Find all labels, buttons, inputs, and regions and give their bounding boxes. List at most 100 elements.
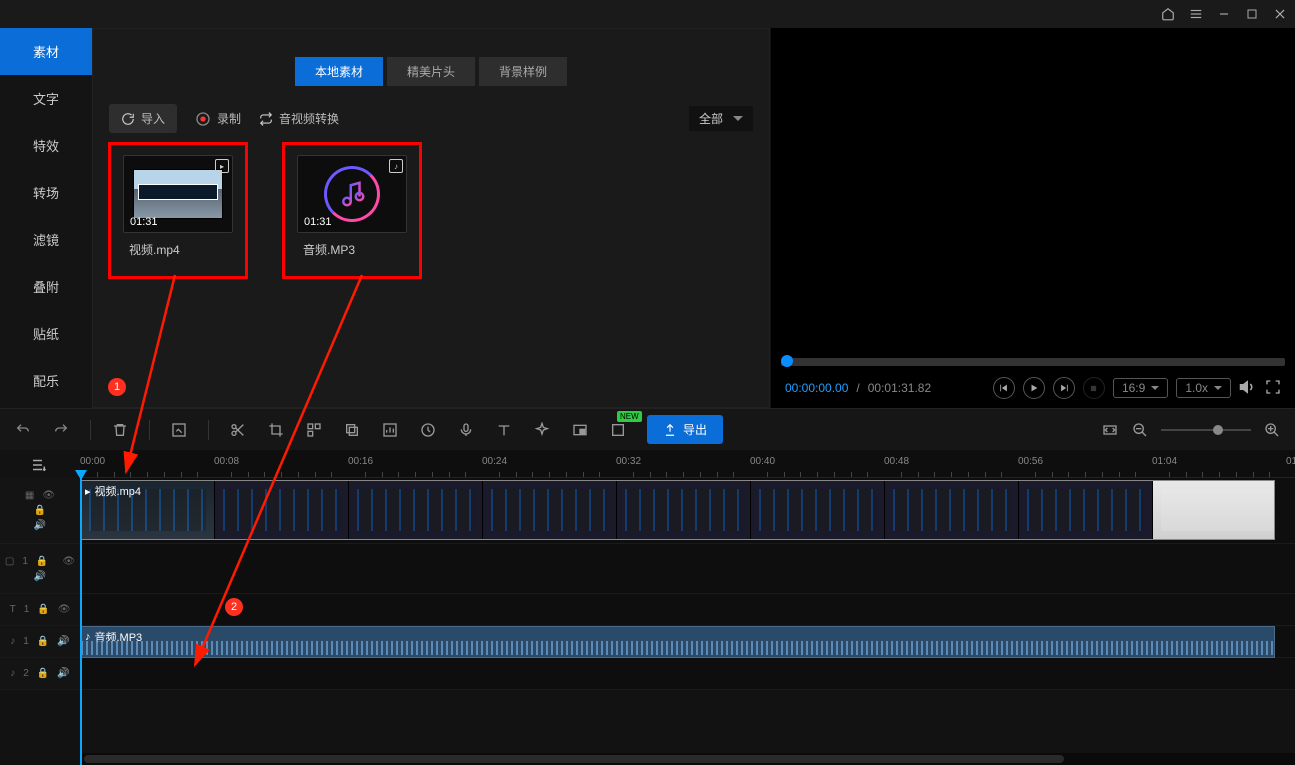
filter-dropdown[interactable]: 全部	[689, 106, 753, 131]
nav-overlay[interactable]: 叠附	[0, 263, 92, 310]
media-grid: ▸ 01:31 视频.mp4 ♪ 01:31 音频.MP3	[109, 137, 753, 276]
audio-clip[interactable]: ♪音频.MP3	[80, 626, 1275, 658]
media-item-video[interactable]: ▸ 01:31 视频.mp4	[115, 149, 241, 272]
mic-icon[interactable]	[457, 421, 475, 439]
mute-icon[interactable]: 🔊	[34, 571, 46, 582]
audio-track-1-head: ♪1🔒🔊	[0, 626, 80, 657]
filter-label: 全部	[699, 110, 723, 127]
zoom-out-icon[interactable]	[1131, 421, 1149, 439]
record-button[interactable]: 录制	[195, 110, 241, 127]
media-toolbar: 导入 录制 音视频转换 全部	[109, 100, 753, 137]
mute-icon[interactable]: 🔊	[57, 636, 69, 647]
minimize-icon[interactable]	[1217, 7, 1231, 21]
undo-icon[interactable]	[14, 421, 32, 439]
convert-button[interactable]: 音视频转换	[259, 110, 339, 127]
nav-text[interactable]: 文字	[0, 75, 92, 122]
close-icon[interactable]	[1273, 7, 1287, 21]
mute-icon[interactable]: 🔊	[57, 668, 69, 679]
music-track-icon: ♪	[10, 636, 15, 647]
ruler-tick: 00:16	[348, 456, 373, 467]
speed-dropdown[interactable]: 1.0x	[1176, 378, 1231, 398]
preview-video[interactable]	[771, 28, 1295, 354]
media-item-audio[interactable]: ♪ 01:31 音频.MP3	[289, 149, 415, 272]
text-track-body[interactable]	[80, 594, 1295, 625]
eye-icon[interactable]: 👁	[58, 604, 71, 615]
volume-icon[interactable]	[1239, 378, 1257, 399]
play-button[interactable]	[1023, 377, 1045, 399]
record-label: 录制	[217, 110, 241, 127]
nav-media[interactable]: 素材	[0, 28, 92, 75]
audio-track-1-body[interactable]: ♪音频.MP3	[80, 626, 1295, 657]
preview-controls: 00:00:00.00 / 00:01:31.82 16:9 1.0x	[771, 368, 1295, 408]
playhead[interactable]	[80, 478, 82, 765]
next-frame-button[interactable]	[1053, 377, 1075, 399]
maximize-icon[interactable]	[1245, 7, 1259, 21]
lock-icon[interactable]: 🔒	[37, 668, 49, 679]
preview-slider-knob[interactable]	[781, 355, 793, 367]
overlay-track-body[interactable]	[80, 544, 1295, 593]
nav-filters[interactable]: 滤镜	[0, 216, 92, 263]
aspect-dropdown[interactable]: 16:9	[1113, 378, 1168, 398]
material-tabs: 本地素材 精美片头 背景样例	[109, 57, 753, 86]
mute-icon[interactable]: 🔊	[34, 520, 46, 531]
zoom-in-icon[interactable]	[1263, 421, 1281, 439]
pip-icon[interactable]	[571, 421, 589, 439]
convert-label: 音视频转换	[279, 110, 339, 127]
audio-track-2-body[interactable]	[80, 658, 1295, 689]
nav-stickers[interactable]: 贴纸	[0, 310, 92, 357]
mosaic-icon[interactable]	[305, 421, 323, 439]
menu-icon[interactable]	[1189, 7, 1203, 21]
zoom-knob[interactable]	[1213, 425, 1223, 435]
effects-icon[interactable]	[533, 421, 551, 439]
time-sep: /	[856, 381, 859, 395]
import-button[interactable]: 导入	[109, 104, 177, 133]
tab-backgrounds[interactable]: 背景样例	[479, 57, 567, 86]
video-duration: 01:31	[130, 216, 158, 228]
green-screen-icon[interactable]: NEW	[609, 421, 627, 439]
ruler-tick: 00:48	[884, 456, 909, 467]
chart-icon[interactable]	[381, 421, 399, 439]
stop-button[interactable]	[1083, 377, 1105, 399]
lock-icon[interactable]: 🔒	[36, 556, 48, 567]
tab-local[interactable]: 本地素材	[295, 57, 383, 86]
fit-icon[interactable]	[1101, 421, 1119, 439]
tab-intros[interactable]: 精美片头	[387, 57, 475, 86]
lock-icon[interactable]: 🔒	[34, 505, 46, 516]
ruler-tick: 00:08	[214, 456, 239, 467]
text-track: T1🔒👁	[0, 594, 1295, 626]
track-sort-icon[interactable]	[30, 456, 48, 477]
clock-icon[interactable]	[419, 421, 437, 439]
cut-icon[interactable]	[229, 421, 247, 439]
total-time: 00:01:31.82	[868, 381, 931, 395]
text-icon[interactable]	[495, 421, 513, 439]
zoom-slider[interactable]	[1161, 429, 1251, 431]
video-track-body[interactable]: ▸视频.mp4	[80, 478, 1295, 543]
timeline-ruler[interactable]: 00:0000:0800:1600:2400:3200:4000:4800:56…	[80, 450, 1295, 478]
timeline-scrollbar[interactable]	[80, 753, 1295, 765]
delete-icon[interactable]	[111, 421, 129, 439]
redo-icon[interactable]	[52, 421, 70, 439]
media-name-audio: 音频.MP3	[303, 241, 411, 258]
eye-icon[interactable]: 👁	[42, 490, 55, 501]
audio-badge-icon: ♪	[389, 159, 403, 173]
prev-frame-button[interactable]	[993, 377, 1015, 399]
layers-icon[interactable]	[343, 421, 361, 439]
eye-icon[interactable]: 👁	[62, 556, 75, 567]
home-icon[interactable]	[1161, 7, 1175, 21]
edit-icon[interactable]	[170, 421, 188, 439]
lock-icon[interactable]: 🔒	[37, 636, 49, 647]
nav-effects[interactable]: 特效	[0, 122, 92, 169]
export-button[interactable]: 导出	[647, 415, 723, 444]
action-bar: NEW 导出	[0, 408, 1295, 450]
-video-clip[interactable]: ▸视频.mp4	[80, 480, 1275, 540]
titlebar	[0, 0, 1295, 28]
fullscreen-icon[interactable]	[1265, 379, 1281, 398]
preview-slider[interactable]	[781, 358, 1285, 366]
crop-icon[interactable]	[267, 421, 285, 439]
lock-icon[interactable]: 🔒	[37, 604, 49, 615]
new-badge: NEW	[617, 411, 642, 422]
nav-music[interactable]: 配乐	[0, 357, 92, 404]
scrollbar-thumb[interactable]	[84, 755, 1064, 763]
chevron-down-icon	[1214, 386, 1222, 390]
nav-transitions[interactable]: 转场	[0, 169, 92, 216]
